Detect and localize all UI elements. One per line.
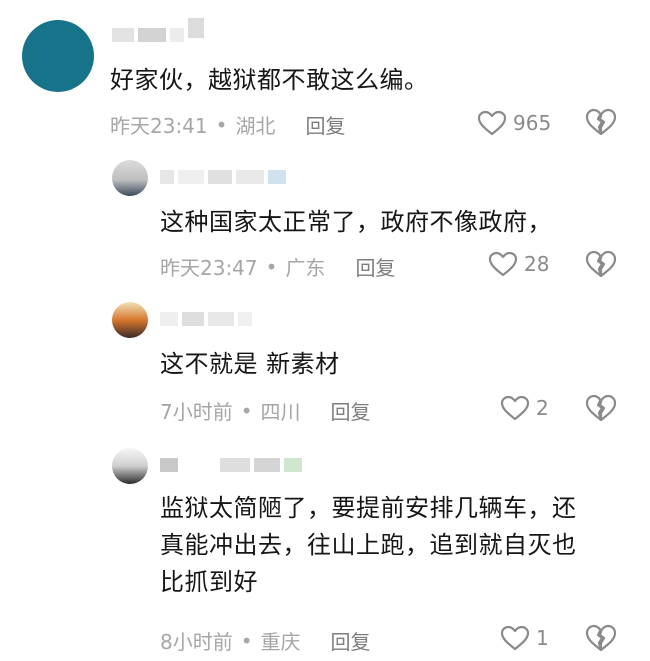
- broken-heart-icon: [585, 108, 617, 136]
- comment-time: 昨天23:41: [110, 114, 208, 138]
- avatar[interactable]: [22, 20, 94, 92]
- broken-heart-icon: [585, 250, 617, 278]
- dislike-button[interactable]: [585, 624, 617, 656]
- reply-button[interactable]: 回复: [331, 626, 371, 655]
- comment-text: 监狱太简陋了，要提前安排几辆车，还 真能冲出去，往山上跑，追到就自灭也 比抓到好: [160, 490, 577, 601]
- heart-outline-icon: [500, 625, 530, 651]
- like-button[interactable]: 1: [500, 625, 549, 651]
- reply-button[interactable]: 回复: [305, 110, 345, 139]
- heart-outline-icon: [488, 251, 518, 277]
- like-count: 965: [513, 111, 552, 135]
- comment-location: 湖北: [235, 114, 276, 138]
- comment-meta: 7小时前 • 四川 回复: [160, 396, 371, 425]
- username-blurred[interactable]: [112, 18, 204, 42]
- comment-text-line: 监狱太简陋了，要提前安排几辆车，还: [160, 494, 577, 522]
- comment-location: 重庆: [260, 630, 301, 654]
- comment-meta: 昨天23:41 • 湖北 回复: [110, 110, 345, 139]
- comment-location: 四川: [260, 400, 301, 424]
- like-count: 1: [536, 626, 549, 650]
- reply-button[interactable]: 回复: [355, 252, 395, 281]
- comment-meta: 8小时前 • 重庆 回复: [160, 626, 371, 655]
- comment-text: 这种国家太正常了，政府不像政府，: [160, 208, 552, 236]
- avatar[interactable]: [112, 160, 148, 196]
- separator-dot: •: [215, 112, 228, 137]
- comment-time: 8小时前: [160, 630, 233, 654]
- username-blurred[interactable]: [160, 170, 286, 184]
- avatar[interactable]: [112, 448, 148, 484]
- dislike-button[interactable]: [585, 394, 617, 426]
- comment-meta: 昨天23:47 • 广东 回复: [160, 252, 395, 281]
- comment-time: 昨天23:47: [160, 256, 258, 280]
- comment-text: 好家伙，越狱都不敢这么编。: [110, 66, 429, 94]
- dislike-button[interactable]: [585, 108, 617, 140]
- username-blurred[interactable]: [160, 312, 252, 326]
- like-button[interactable]: 2: [500, 395, 549, 421]
- like-count: 2: [536, 396, 549, 420]
- comment-text: 这不就是 新素材: [160, 350, 340, 378]
- like-button[interactable]: 965: [477, 110, 551, 136]
- avatar[interactable]: [112, 302, 148, 338]
- dislike-button[interactable]: [585, 250, 617, 282]
- reply-button[interactable]: 回复: [331, 396, 371, 425]
- heart-outline-icon: [477, 110, 507, 136]
- broken-heart-icon: [585, 624, 617, 652]
- comment-location: 广东: [285, 256, 326, 280]
- like-button[interactable]: 28: [488, 251, 549, 277]
- broken-heart-icon: [585, 394, 617, 422]
- comment-text-line: 真能冲出去，往山上跑，追到就自灭也: [160, 531, 577, 559]
- separator-dot: •: [265, 254, 278, 279]
- comment-text-line: 比抓到好: [160, 568, 258, 596]
- username-blurred[interactable]: [160, 458, 302, 472]
- like-count: 28: [524, 252, 550, 276]
- heart-outline-icon: [500, 395, 530, 421]
- comment-time: 7小时前: [160, 400, 233, 424]
- separator-dot: •: [240, 628, 253, 653]
- separator-dot: •: [240, 398, 253, 423]
